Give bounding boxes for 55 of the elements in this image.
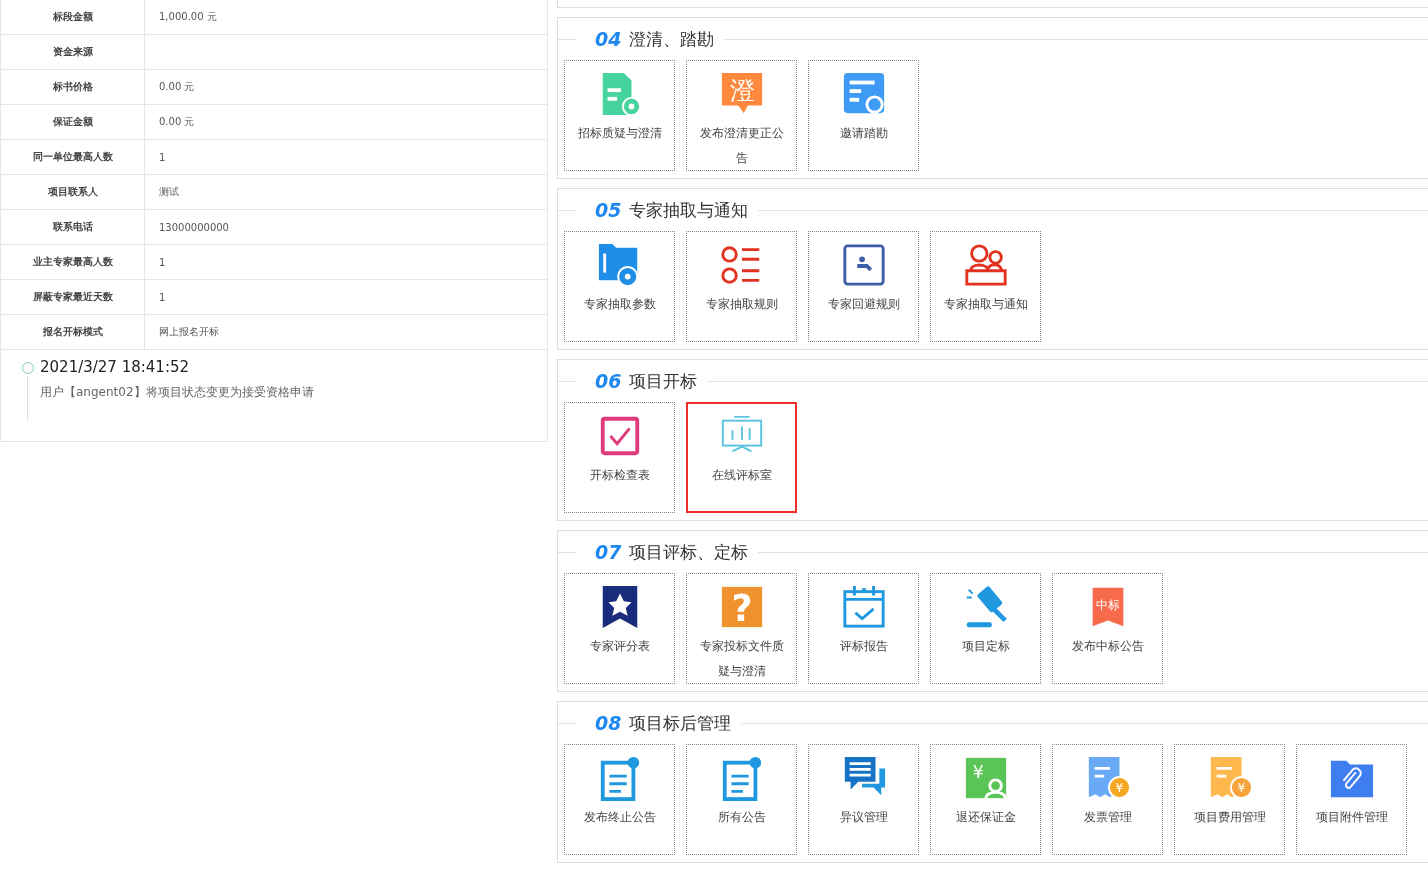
people-icon [962, 242, 1009, 288]
module-tile[interactable]: ¥ 项目费用管理 [1174, 744, 1285, 855]
field-label: 标书价格 [1, 70, 145, 104]
field-label: 项目联系人 [1, 175, 145, 209]
module-tile[interactable]: 专家回避规则 [808, 231, 919, 342]
module-tile[interactable]: 发布终止公告 [564, 744, 675, 855]
field-label: 联系电话 [1, 210, 145, 244]
section-number: 08 [595, 712, 622, 734]
section-title: 项目标后管理 [629, 711, 732, 735]
person-frame-icon [840, 242, 887, 288]
field-label: 资金来源 [1, 35, 145, 69]
field-label: 保证金额 [1, 105, 145, 139]
module-tile[interactable]: 专家抽取规则 [686, 231, 797, 342]
section-number: 06 [595, 370, 622, 392]
module-tile[interactable]: 专家抽取参数 [564, 231, 675, 342]
field-label: 业主专家最高人数 [1, 245, 145, 279]
field-value: 1 [159, 256, 166, 268]
module-tile[interactable]: 专家评分表 [564, 573, 675, 684]
field-label: 同一单位最高人数 [1, 140, 145, 174]
field-value: 1 [159, 151, 166, 163]
section-title: 项目开标 [629, 369, 698, 393]
field-value: 测试 [159, 185, 179, 199]
section-title: 项目评标、定标 [629, 540, 749, 564]
module-tile[interactable]: 澄 发布澄清更正公告 [686, 60, 797, 171]
field-label: 标段金额 [1, 0, 145, 34]
module-tile[interactable]: 异议管理 [808, 744, 919, 855]
module-tile[interactable]: 专家抽取与通知 [930, 231, 1041, 342]
section-number: 07 [595, 541, 622, 563]
calendar-check-icon [840, 584, 887, 630]
field-value: 0.00 元 [159, 80, 195, 94]
section-number: 04 [595, 28, 622, 50]
field-value: 网上报名开标 [159, 325, 219, 339]
module-tile[interactable]: 邀请踏勘 [808, 60, 919, 171]
module-tile[interactable]: ¥ 退还保证金 [930, 744, 1041, 855]
section-title: 澄清、踏勘 [629, 27, 715, 51]
field-value: 0.00 元 [159, 115, 195, 129]
section-number: 05 [595, 199, 622, 221]
field-label: 报名开标模式 [1, 315, 145, 349]
module-tile[interactable]: 项目附件管理 [1296, 744, 1407, 855]
field-value: 1,000.00 元 [159, 10, 217, 24]
module-tile[interactable]: 招标质疑与澄清 [564, 60, 675, 171]
module-tile[interactable]: ? 专家投标文件质疑与澄清 [686, 573, 797, 684]
module-tile[interactable]: ¥ 发票管理 [1052, 744, 1163, 855]
timeline-text: 用户【angent02】将项目状态变更为接受资格申请 [40, 384, 314, 401]
module-tile[interactable]: 开标检查表 [564, 402, 675, 513]
module-tile[interactable]: 在线评标室 [686, 402, 797, 513]
section-title: 专家抽取与通知 [629, 198, 749, 222]
module-tile[interactable]: 中标 发布中标公告 [1052, 573, 1163, 684]
timeline-time: 2021/3/27 18:41:52 [40, 358, 191, 376]
module-tile[interactable]: 评标报告 [808, 573, 919, 684]
module-tile[interactable]: 所有公告 [686, 744, 797, 855]
field-value: 1 [159, 291, 166, 303]
field-label: 屏蔽专家最近天数 [1, 280, 145, 314]
field-value: 13000000000 [159, 221, 229, 233]
module-tile[interactable]: 项目定标 [930, 573, 1041, 684]
